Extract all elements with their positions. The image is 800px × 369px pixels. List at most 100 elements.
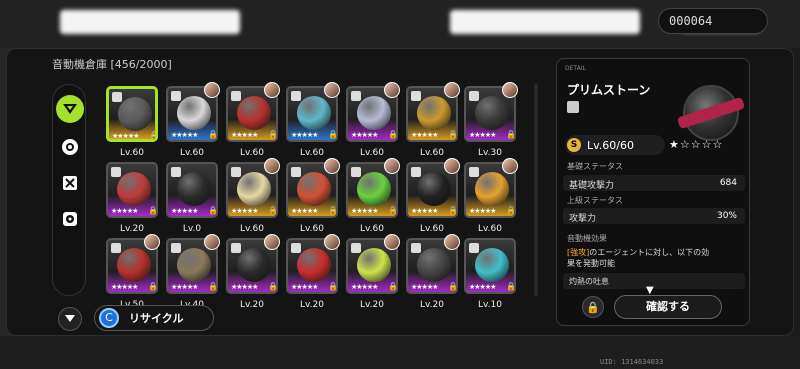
card-level: Lv.20 bbox=[240, 300, 264, 310]
equipped-agent-avatar bbox=[324, 158, 340, 174]
card-stars: ★★★★★ bbox=[111, 207, 138, 215]
category-disc-tool-button[interactable] bbox=[56, 205, 84, 233]
type-icon bbox=[351, 243, 361, 253]
type-icon bbox=[351, 167, 361, 177]
equipped-agent-avatar bbox=[384, 82, 400, 98]
w-engine-thumbnail bbox=[237, 172, 271, 206]
w-engine-card[interactable]: ★★★★★ 🔒 Lv.20 bbox=[406, 234, 460, 318]
card-level: Lv.60 bbox=[478, 224, 502, 234]
base-stat-row: 基礎攻撃力 684 bbox=[563, 175, 745, 191]
w-engine-level: Lv.60/60 bbox=[587, 139, 634, 152]
card-level: Lv.60 bbox=[120, 148, 144, 158]
w-engine-card[interactable]: ★★★★★ 🔒 Lv.60 bbox=[286, 82, 340, 166]
w-engine-thumbnail bbox=[117, 172, 151, 206]
card-level: Lv.30 bbox=[478, 148, 502, 158]
type-icon bbox=[469, 243, 479, 253]
emblem-icon bbox=[63, 104, 77, 114]
type-icon bbox=[111, 243, 121, 253]
lock-icon: 🔒 bbox=[388, 282, 398, 291]
w-engine-thumbnail bbox=[357, 172, 391, 206]
card-stars: ★★★★★ bbox=[411, 131, 438, 139]
w-engine-card[interactable]: ★★★★★ 🔒 Lv.60 bbox=[286, 158, 340, 242]
equipped-agent-avatar bbox=[264, 82, 280, 98]
effect-heading: 音動機効果 bbox=[567, 234, 607, 243]
lock-icon: 🔒 bbox=[448, 130, 458, 139]
w-engine-thumbnail bbox=[118, 97, 152, 131]
w-engine-card[interactable]: ★★★★★ 🔒 Lv.10 bbox=[464, 238, 516, 318]
w-engine-card[interactable]: ★★★★★ 🔒 Lv.20 bbox=[106, 162, 158, 242]
detail-panel: DETAIL プリムストーン S Lv.60/60 ★☆☆☆☆ 基礎ステータス … bbox=[556, 58, 750, 326]
w-engine-card[interactable]: ★★★★★ 🔒 Lv.60 bbox=[226, 82, 280, 166]
w-engine-card[interactable]: ★★★★★ 🔒 Lv.60 bbox=[226, 158, 280, 242]
equipped-agent-avatar bbox=[444, 158, 460, 174]
filter-button[interactable] bbox=[58, 307, 82, 331]
type-icon bbox=[469, 91, 479, 101]
equipped-agent-avatar bbox=[502, 82, 518, 98]
equipped-agent-avatar bbox=[444, 234, 460, 250]
advanced-stat-row: 攻撃力 30% bbox=[563, 208, 745, 224]
recycle-icon: C bbox=[99, 308, 119, 328]
lock-icon: 🔒 bbox=[448, 282, 458, 291]
confirm-button[interactable]: 確認する bbox=[614, 295, 722, 319]
bottom-strip bbox=[0, 336, 800, 369]
w-engine-card[interactable]: ★★★★★ 🔒 Lv.20 bbox=[346, 234, 400, 318]
w-engine-card[interactable]: ★★★★★ 🔒 Lv.60 bbox=[346, 82, 400, 166]
card-stars: ★★★★★ bbox=[469, 283, 496, 291]
w-engine-card[interactable]: ★★★★★ 🔒 Lv.60 bbox=[106, 86, 158, 166]
w-engine-thumbnail bbox=[177, 248, 211, 282]
detail-header-label: DETAIL bbox=[565, 65, 586, 72]
type-icon bbox=[111, 167, 121, 177]
effect-type-tag: [強攻] bbox=[567, 248, 590, 257]
w-engine-card[interactable]: ★★★★★ 🔒 Lv.60 bbox=[406, 82, 460, 166]
card-stars: ★★★★★ bbox=[171, 131, 198, 139]
crossed-box-icon bbox=[63, 176, 77, 190]
equipped-agent-avatar bbox=[324, 234, 340, 250]
card-level: Lv.60 bbox=[300, 224, 324, 234]
category-crossed-box-button[interactable] bbox=[56, 169, 84, 197]
w-engine-card[interactable]: ★★★★★ 🔒 Lv.30 bbox=[464, 82, 518, 166]
effect-description-line1: [強攻]のエージェントに対し、以下の効 bbox=[567, 247, 709, 258]
w-engine-card[interactable]: ★★★★★ 🔒 Lv.20 bbox=[286, 234, 340, 318]
recycle-button[interactable]: C リサイクル bbox=[94, 305, 214, 331]
storage-title: 音動機倉庫 [456/2000] bbox=[52, 58, 172, 71]
w-engine-card[interactable]: ★★★★★ 🔒 Lv.0 bbox=[166, 162, 218, 242]
w-engine-thumbnail bbox=[297, 172, 331, 206]
card-stars: ★★★★★ bbox=[291, 131, 318, 139]
lock-button[interactable]: 🔒 bbox=[582, 296, 604, 318]
advanced-stats-heading: 上級ステータス bbox=[567, 196, 623, 205]
w-engine-thumbnail bbox=[417, 248, 451, 282]
type-icon bbox=[411, 91, 421, 101]
w-engine-thumbnail bbox=[237, 96, 271, 130]
w-engine-card[interactable]: ★★★★★ 🔒 Lv.60 bbox=[166, 82, 220, 166]
w-engine-card[interactable]: ★★★★★ 🔒 Lv.60 bbox=[346, 158, 400, 242]
category-disc-button[interactable] bbox=[56, 133, 84, 161]
recycle-label: リサイクル bbox=[129, 312, 184, 325]
w-engine-name: プリムストーン bbox=[567, 83, 651, 97]
lock-icon: 🔒 bbox=[448, 206, 458, 215]
equipped-agent-avatar bbox=[204, 82, 220, 98]
category-emblem-button[interactable] bbox=[56, 95, 84, 123]
type-icon bbox=[112, 92, 122, 102]
lock-icon: 🔒 bbox=[506, 130, 516, 139]
category-rail bbox=[52, 84, 86, 296]
w-engine-thumbnail bbox=[357, 248, 391, 282]
grid-scrollbar[interactable] bbox=[534, 84, 538, 296]
disc-tool-icon bbox=[63, 212, 77, 226]
card-art: ★★★★★ 🔒 bbox=[106, 162, 158, 218]
type-icon bbox=[291, 91, 301, 101]
w-engine-card[interactable]: ★★★★★ 🔒 Lv.20 bbox=[226, 234, 280, 318]
w-engine-card[interactable]: ★★★★★ 🔒 Lv.60 bbox=[464, 158, 518, 242]
lock-icon: 🔒 bbox=[388, 130, 398, 139]
card-stars: ★★★★★ bbox=[111, 283, 138, 291]
type-icon bbox=[411, 243, 421, 253]
card-art: ★★★★★ 🔒 bbox=[464, 238, 516, 294]
card-level: Lv.60 bbox=[420, 148, 444, 158]
equipped-agent-avatar bbox=[324, 82, 340, 98]
type-icon bbox=[291, 243, 301, 253]
card-level: Lv.20 bbox=[120, 224, 144, 234]
base-stats-heading: 基礎ステータス bbox=[567, 162, 623, 171]
lock-icon: 🔒 bbox=[208, 206, 218, 215]
w-engine-thumbnail bbox=[177, 96, 211, 130]
w-engine-card[interactable]: ★★★★★ 🔒 Lv.60 bbox=[406, 158, 460, 242]
type-icon bbox=[171, 91, 181, 101]
